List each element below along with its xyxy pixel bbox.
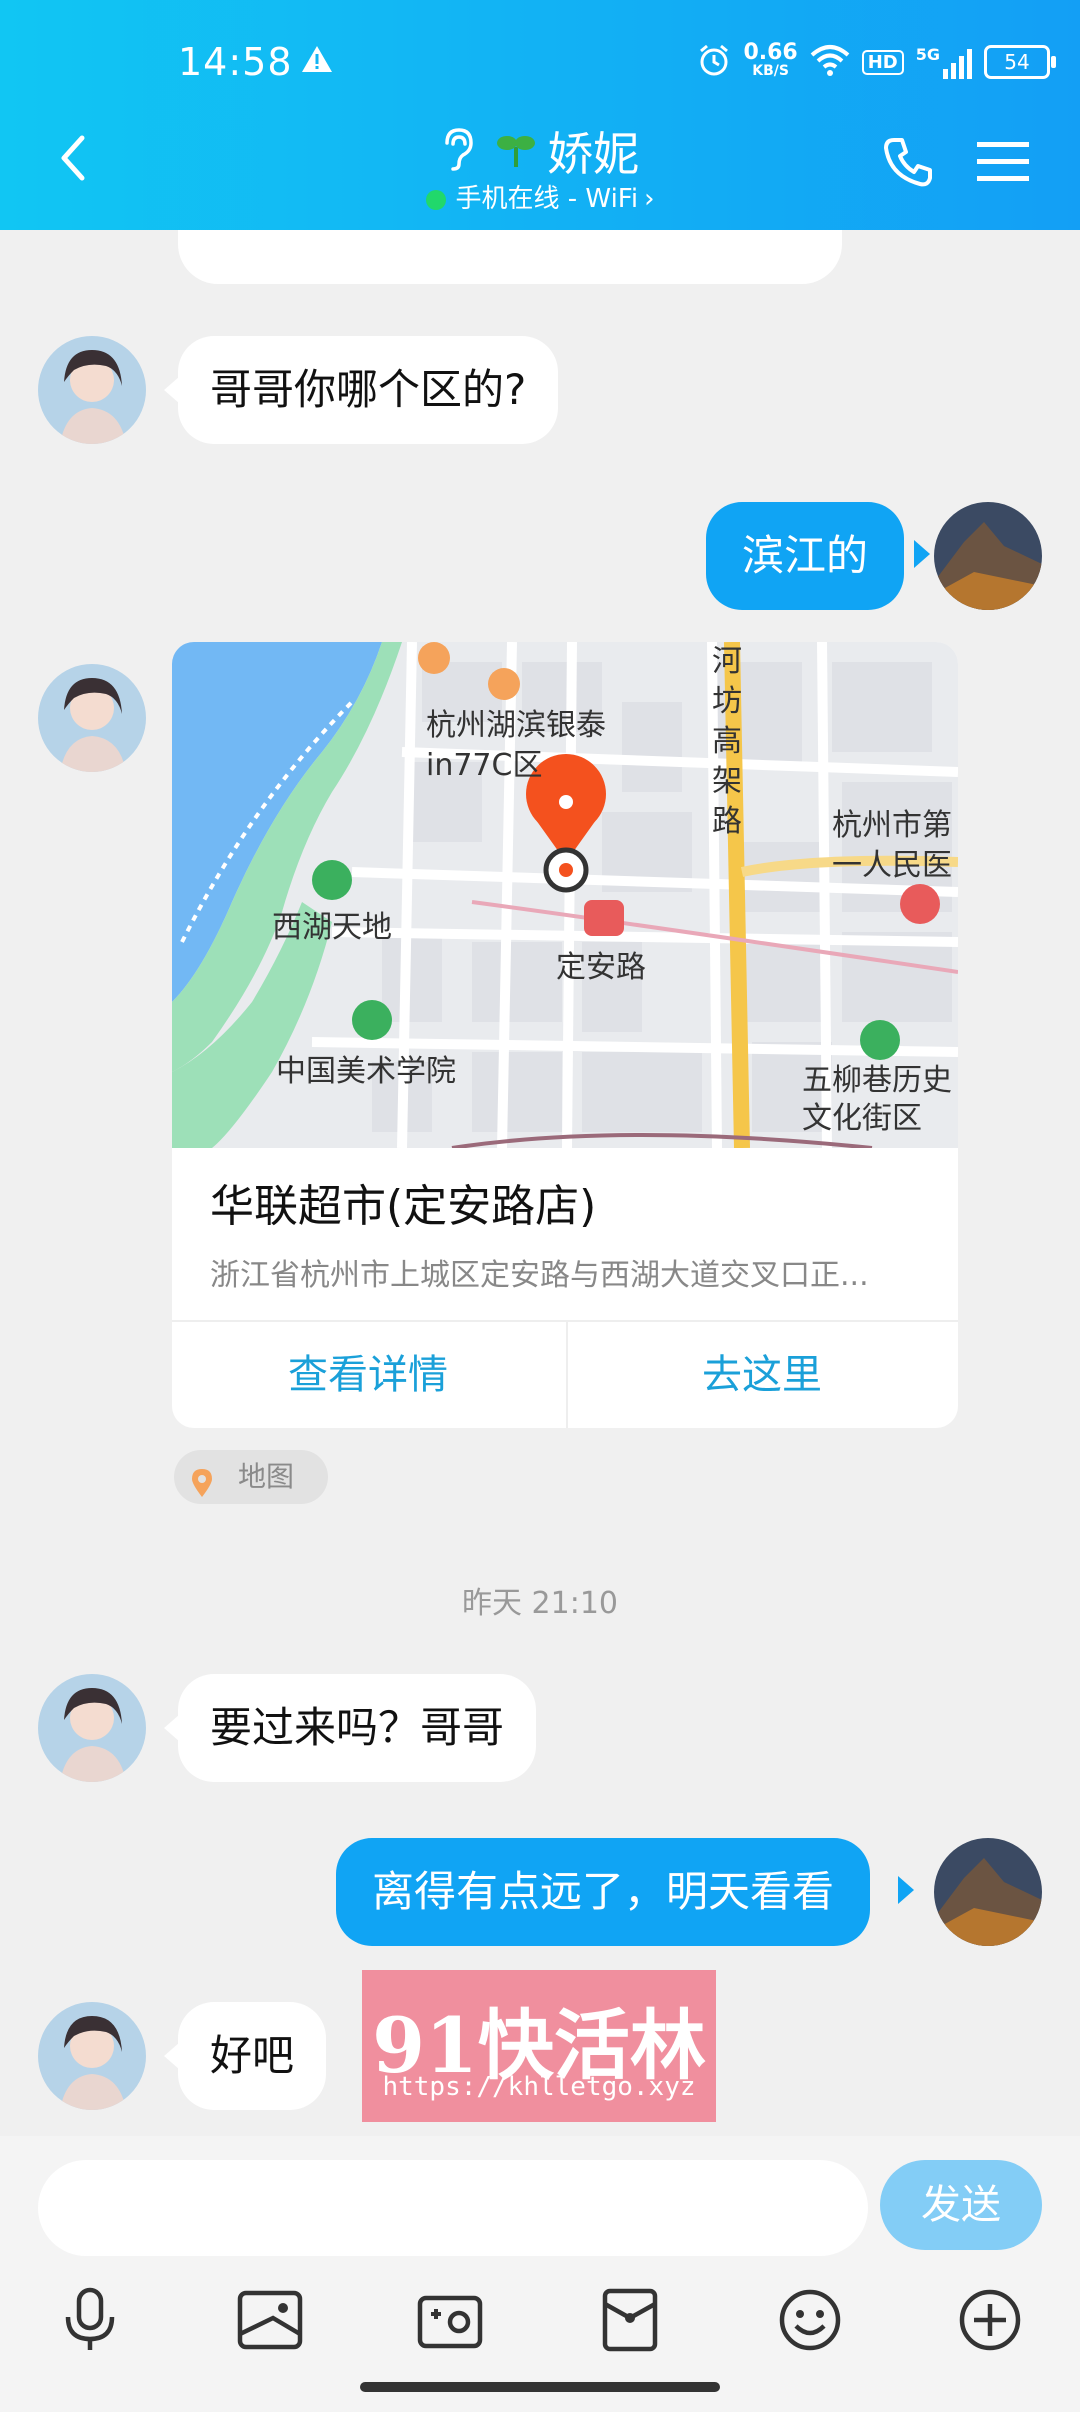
camera-icon[interactable]: [410, 2280, 490, 2360]
map-label: 五柳巷历史文化街区: [802, 1063, 952, 1136]
contact-name: 娇妮: [547, 127, 640, 181]
network-speed: 0.66 KB/S: [743, 40, 798, 80]
wifi-icon: [810, 43, 850, 81]
red-packet-icon[interactable]: [590, 2280, 670, 2360]
send-button[interactable]: 发送: [880, 2160, 1042, 2250]
hearing-icon: [441, 127, 475, 175]
message-bubble-incoming[interactable]: 好吧: [178, 2002, 327, 2110]
contact-avatar[interactable]: [38, 1674, 146, 1782]
location-card[interactable]: 杭州湖滨银泰in77C区 河坊高架路 杭州市第一人民医院 西湖天地 定安路 中国…: [172, 642, 958, 1428]
map-label: 中国美术学院: [276, 1054, 456, 1089]
map-source-tag[interactable]: 地图: [174, 1450, 328, 1504]
signal-icon: 5G: [916, 45, 972, 79]
status-time: 14:58: [178, 40, 293, 84]
hd-badge: HD: [861, 49, 904, 75]
message-bubble-outgoing[interactable]: 离得有点远了，明天看看: [336, 1838, 871, 1946]
message-bubble-incoming[interactable]: 要过来吗？哥哥: [178, 1674, 537, 1782]
contact-avatar[interactable]: [38, 664, 146, 772]
plus-icon[interactable]: [950, 2280, 1030, 2360]
message-input[interactable]: [38, 2160, 868, 2256]
location-pin-icon: [190, 1462, 214, 1516]
map-label: 西湖天地: [272, 910, 392, 945]
navigate-button[interactable]: 去这里: [566, 1322, 958, 1428]
previous-file-card[interactable]: [178, 230, 842, 284]
watermark-url: https://khlletgo.xyz: [382, 2072, 696, 2102]
map-label: 杭州湖滨银泰in77C区: [426, 708, 606, 783]
contact-avatar[interactable]: [38, 336, 146, 444]
contact-avatar[interactable]: [38, 2002, 146, 2110]
emoji-icon[interactable]: [770, 2280, 850, 2360]
my-avatar[interactable]: [934, 1838, 1042, 1946]
map-label: 杭州市第一人民医院: [832, 808, 952, 883]
map-preview[interactable]: 杭州湖滨银泰in77C区 河坊高架路 杭州市第一人民医院 西湖天地 定安路 中国…: [172, 642, 958, 1148]
message-bubble-outgoing[interactable]: 滨江的: [706, 502, 905, 610]
battery-indicator: 54: [984, 45, 1056, 79]
menu-icon[interactable]: [977, 140, 1029, 188]
status-icons: 0.66 KB/S HD 5G 54: [697, 40, 1056, 84]
message-bubble-incoming[interactable]: 哥哥你哪个区的?: [178, 336, 559, 444]
message-timestamp: 昨天 21:10: [462, 1586, 618, 1621]
phone-icon[interactable]: [880, 134, 936, 194]
view-details-button[interactable]: 查看详情: [172, 1322, 564, 1428]
sprout-icon: [496, 129, 536, 173]
my-avatar[interactable]: [934, 502, 1042, 610]
place-address: 浙江省杭州市上城区定安路与西湖大道交叉口正...: [210, 1258, 869, 1293]
image-icon[interactable]: [230, 2280, 310, 2360]
warning-icon: [300, 44, 334, 78]
place-name: 华联超市(定安路店): [210, 1181, 597, 1232]
microphone-icon[interactable]: [50, 2280, 130, 2360]
map-label: 河坊高架路: [712, 644, 742, 839]
home-indicator[interactable]: [360, 2382, 720, 2392]
watermark: 91快活林 https://khlletgo.xyz: [362, 1970, 716, 2122]
map-label: 定安路: [556, 950, 646, 985]
online-dot-icon: [425, 189, 446, 210]
alarm-icon: [697, 43, 731, 81]
